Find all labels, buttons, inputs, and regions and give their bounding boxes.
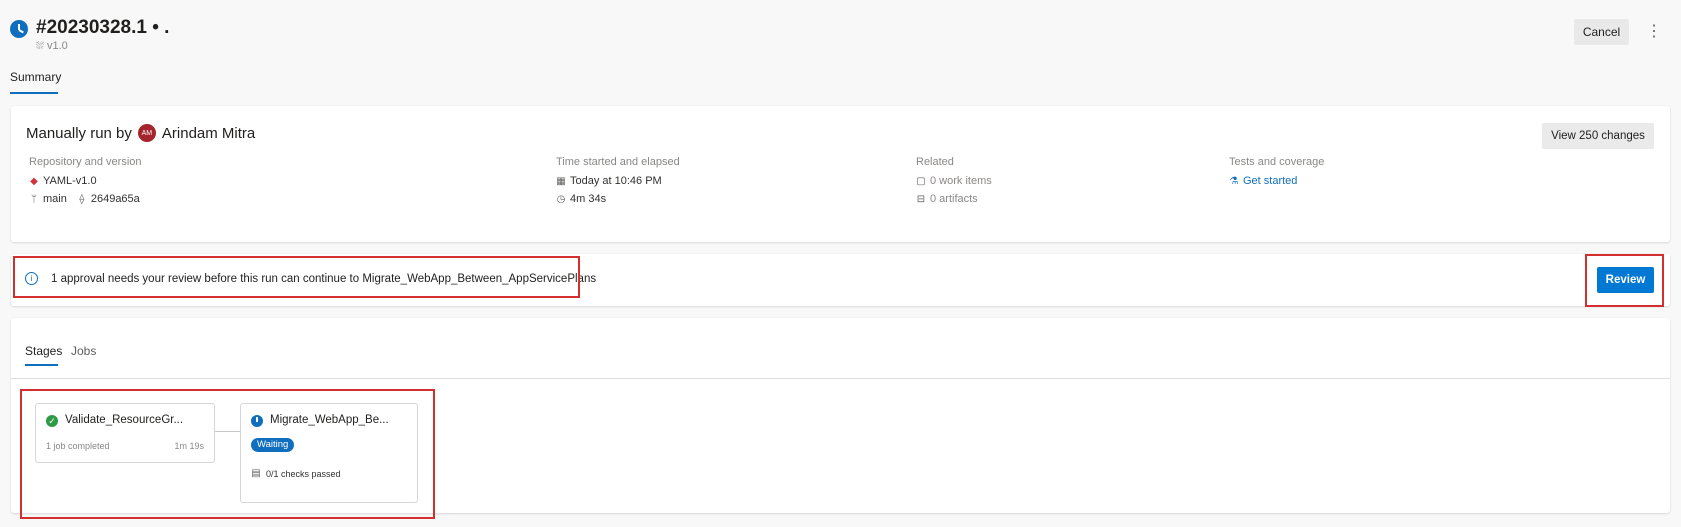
elapsed-row: ◷ 4m 34s [556,193,606,205]
artifacts-row: ⊟ 0 artifacts [916,193,978,205]
artifacts-count: 0 artifacts [930,193,978,205]
related-heading: Related [916,156,954,168]
flask-icon: ⚗ [1229,175,1239,187]
tab-stages-underline [25,364,58,366]
branch-icon: ᛘ [31,193,37,205]
version-label: v1.0 [47,40,68,52]
tab-jobs[interactable]: Jobs [71,344,96,358]
elapsed-time: 4m 34s [570,193,607,205]
run-summary-card: Manually run by AM Arindam Mitra View 25… [11,106,1670,242]
time-heading: Time started and elapsed [556,156,680,168]
clock-icon: ◷ [556,193,566,205]
run-status-clock-icon [10,20,28,38]
get-started-link[interactable]: ⚗ Get started [1229,175,1298,187]
repository-name: YAML-v1.0 [43,175,97,187]
tab-summary-underline [10,92,58,94]
commit-icon: ⟠ [79,193,85,205]
more-options-icon[interactable]: ⋮ [1640,19,1662,45]
artifact-icon: ⊟ [916,193,926,205]
avatar[interactable]: AM [137,124,156,142]
manual-run-prefix: Manually run by [26,124,132,142]
view-changes-button[interactable]: View 250 changes [1542,123,1654,149]
tests-heading: Tests and coverage [1229,156,1325,168]
get-started-label: Get started [1243,175,1298,187]
work-items-row: ▢ 0 work items [916,175,992,187]
highlight-approval-message [13,256,580,298]
calendar-icon: ▦ [556,175,566,187]
repository-link[interactable]: ◆ YAML-v1.0 [29,175,97,187]
highlight-review-button [1585,254,1664,307]
work-item-icon: ▢ [916,175,926,187]
branch-commit-row: ᛘ main ⟠ 2649a65a [29,193,140,205]
cancel-button[interactable]: Cancel [1574,19,1629,45]
branch-name[interactable]: main [43,193,67,205]
commit-id[interactable]: 2649a65a [91,193,140,205]
manual-run-row: Manually run by AM Arindam Mitra [26,124,255,142]
work-items-count: 0 work items [930,175,992,187]
tab-stages[interactable]: Stages [25,344,62,358]
user-name: Arindam Mitra [161,124,256,142]
version-icon: ⛆ [36,40,44,52]
started-time: Today at 10:46 PM [570,175,662,187]
stages-divider [11,378,1670,379]
tab-summary[interactable]: Summary [10,70,61,84]
started-row: ▦ Today at 10:46 PM [556,175,662,187]
repository-heading: Repository and version [29,156,142,168]
version-row: ⛆ v1.0 [36,40,68,52]
highlight-stages [20,389,435,519]
run-title: #20230328.1 • . [36,17,170,38]
git-repo-icon: ◆ [30,175,38,187]
